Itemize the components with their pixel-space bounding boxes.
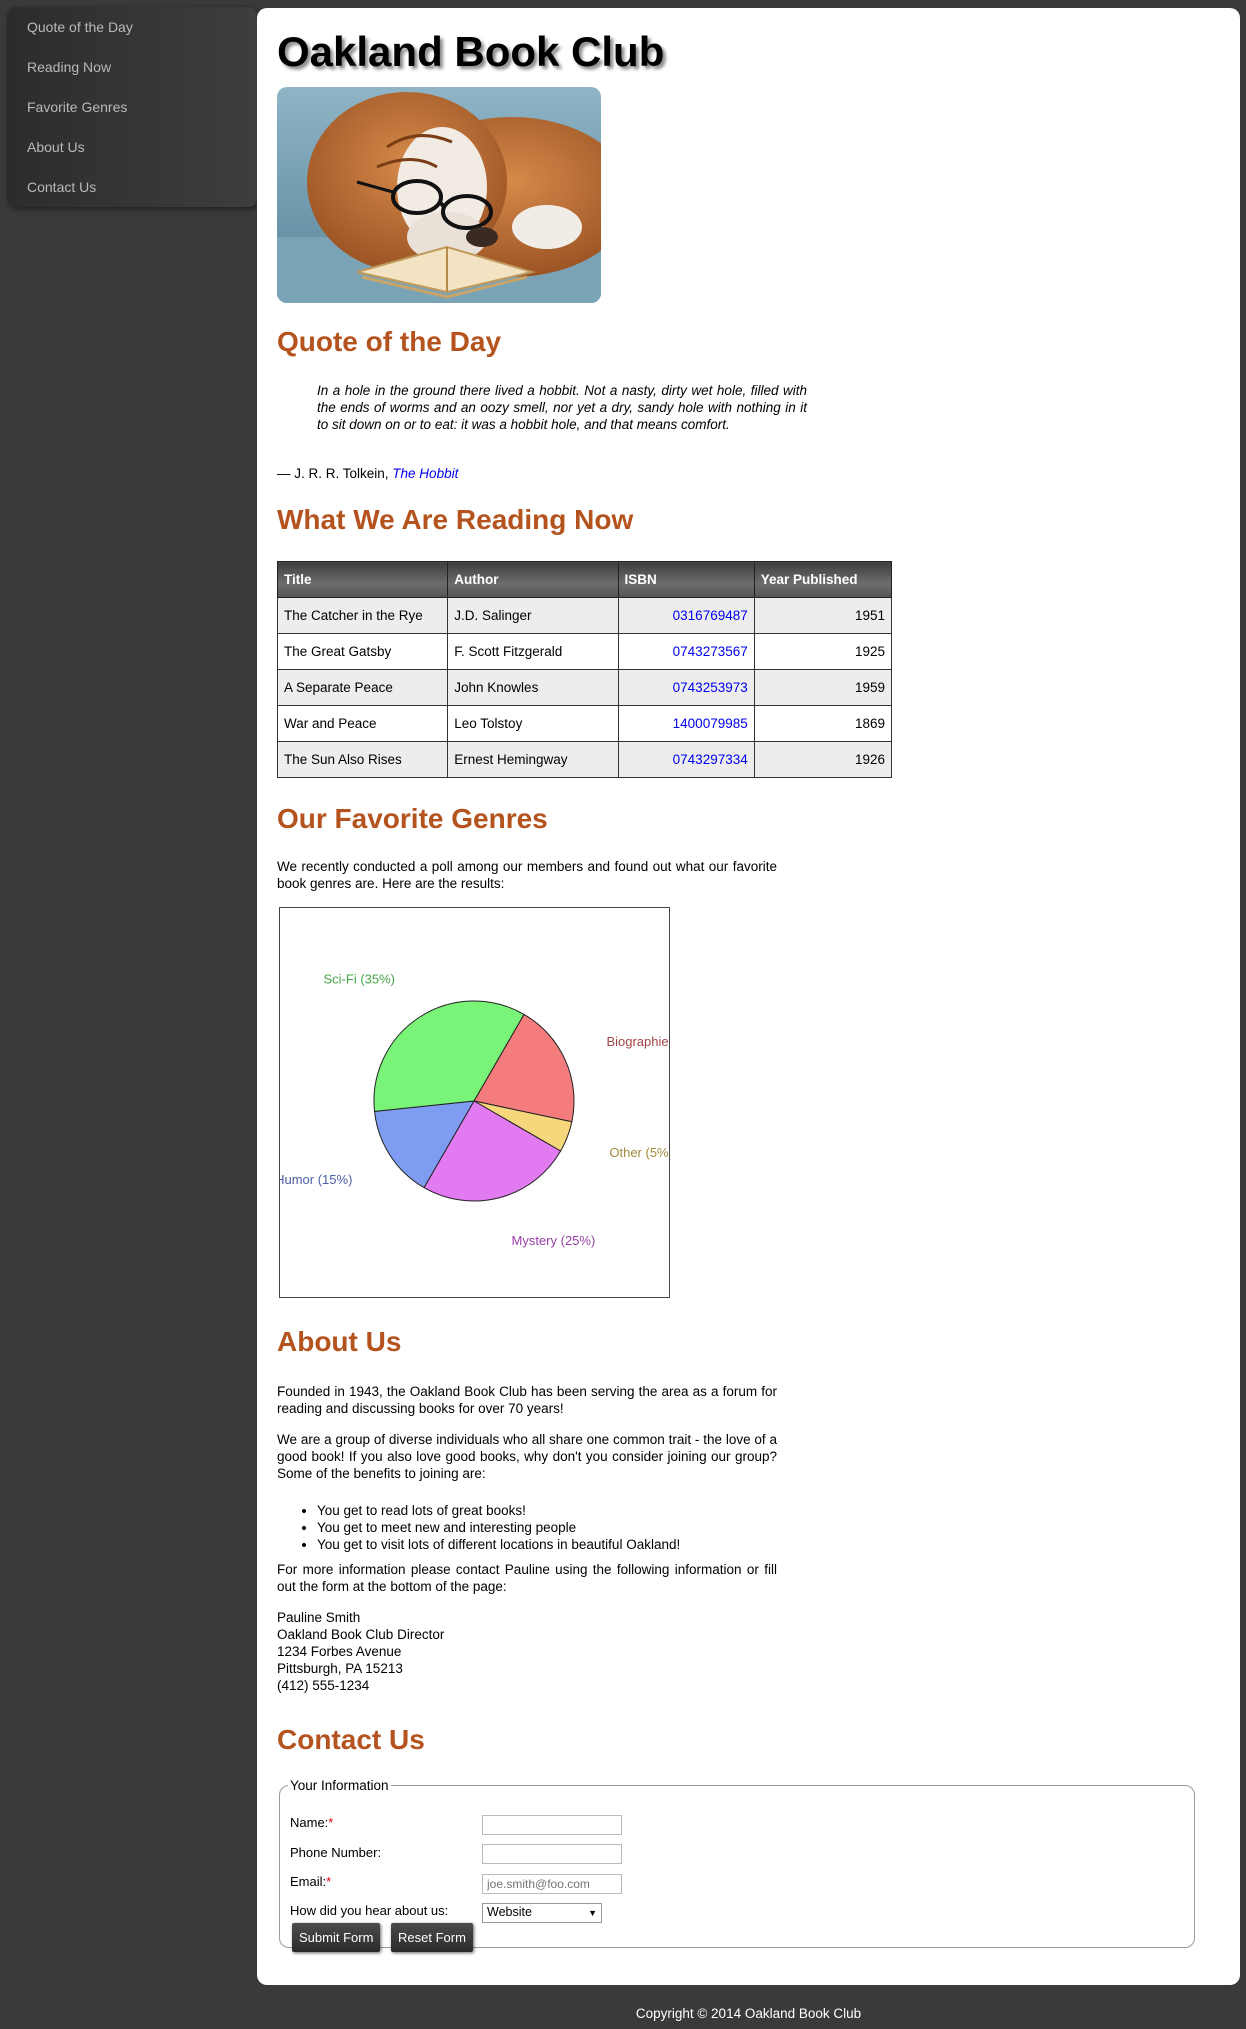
quote-attribution: — J. R. R. Tolkein, The Hobbit xyxy=(277,466,458,481)
cell-author: Leo Tolstoy xyxy=(447,705,619,742)
submit-button[interactable]: Submit Form xyxy=(292,1923,381,1952)
col-title: Title xyxy=(276,561,449,598)
table-row: The Great Gatsby F. Scott Fitzgerald 074… xyxy=(276,633,893,670)
sidebar-nav: Quote of the Day Reading Now Favorite Ge… xyxy=(7,7,257,207)
hear-select[interactable]: Website ▼ xyxy=(482,1903,602,1923)
email-label: Email:* xyxy=(290,1874,331,1889)
about-heading: About Us xyxy=(277,1326,402,1357)
genres-intro: We recently conducted a poll among our m… xyxy=(277,859,777,891)
contact-street: 1234 Forbes Avenue xyxy=(277,1644,402,1659)
cell-year: 1869 xyxy=(753,705,893,742)
cell-isbn: 0743297334 xyxy=(617,741,755,778)
table-row: The Sun Also Rises Ernest Hemingway 0743… xyxy=(276,741,893,778)
pie-label: Biographies (20%) xyxy=(606,1034,669,1049)
pie-label: Other (5%) xyxy=(609,1145,669,1160)
cell-title: The Great Gatsby xyxy=(276,633,449,670)
table-row: The Catcher in the Rye J.D. Salinger 031… xyxy=(276,597,893,634)
nav-item-reading[interactable]: Reading Now xyxy=(7,47,257,87)
hear-select-value: Website xyxy=(487,1905,532,1919)
contact-role: Oakland Book Club Director xyxy=(277,1627,445,1642)
quote-heading: Quote of the Day xyxy=(277,326,502,357)
about-paragraph-3: For more information please contact Paul… xyxy=(277,1562,777,1594)
attribution-author: — J. R. R. Tolkein, xyxy=(277,466,393,481)
cell-author: Ernest Hemingway xyxy=(447,741,619,778)
name-label-text: Name: xyxy=(290,1815,329,1830)
bulldog-reading-illustration xyxy=(277,87,601,303)
benefits-list: You get to read lots of great books! You… xyxy=(277,1502,680,1553)
contact-phone: (412) 555-1234 xyxy=(277,1678,370,1693)
cell-isbn: 0743273567 xyxy=(617,633,755,670)
cell-isbn: 0743253973 xyxy=(617,669,755,706)
table-header-row: Title Author ISBN Year Published xyxy=(276,561,893,598)
isbn-link[interactable]: 1400079985 xyxy=(673,716,748,731)
nav-item-about[interactable]: About Us xyxy=(7,127,257,167)
reading-heading: What We Are Reading Now xyxy=(277,504,634,535)
contact-city: Pittsburgh, PA 15213 xyxy=(277,1661,403,1676)
cell-year: 1926 xyxy=(753,741,893,778)
cell-year: 1951 xyxy=(753,597,893,634)
attribution-book-link[interactable]: The Hobbit xyxy=(392,466,458,481)
cell-title: War and Peace xyxy=(276,705,449,742)
pie-label: Humor (15%) xyxy=(280,1172,352,1187)
cell-year: 1925 xyxy=(753,633,893,670)
pie-label: Sci-Fi (35%) xyxy=(324,971,396,986)
isbn-link[interactable]: 0316769487 xyxy=(673,608,748,623)
site-title: Oakland Book Club xyxy=(277,28,665,75)
col-isbn: ISBN xyxy=(617,561,755,598)
contact-heading: Contact Us xyxy=(277,1724,425,1755)
quote-text: In a hole in the ground there lived a ho… xyxy=(317,383,807,432)
cell-author: John Knowles xyxy=(447,669,619,706)
cell-author: J.D. Salinger xyxy=(447,597,619,634)
genres-chart: Biographies (20%) Other (5%) Mystery (25%)… xyxy=(275,907,713,1298)
main-content: Oakland Book Club Quote of the Day In a … xyxy=(257,8,1240,1985)
contact-name: Pauline Smith xyxy=(277,1610,361,1625)
name-field[interactable] xyxy=(482,1815,622,1835)
name-label: Name:* xyxy=(290,1815,333,1830)
cell-title: The Sun Also Rises xyxy=(276,741,449,778)
list-item: You get to meet new and interesting peop… xyxy=(317,1519,680,1536)
isbn-link[interactable]: 0743273567 xyxy=(673,644,748,659)
cell-author: F. Scott Fitzgerald xyxy=(447,633,619,670)
table-row: A Separate Peace John Knowles 0743253973… xyxy=(276,669,893,706)
col-author: Author xyxy=(447,561,619,598)
nav-item-contact[interactable]: Contact Us xyxy=(7,167,257,207)
list-item: You get to read lots of great books! xyxy=(317,1502,680,1519)
cell-isbn: 1400079985 xyxy=(617,705,755,742)
reset-button[interactable]: Reset Form xyxy=(391,1923,473,1952)
pie-label: Mystery (25%) xyxy=(512,1233,596,1248)
cell-year: 1959 xyxy=(753,669,893,706)
about-paragraph-1: Founded in 1943, the Oakland Book Club h… xyxy=(277,1384,777,1416)
phone-field[interactable] xyxy=(482,1844,622,1864)
reading-table: Title Author ISBN Year Published The Cat… xyxy=(276,561,893,778)
contact-address: Pauline Smith Oakland Book Club Director… xyxy=(277,1609,444,1694)
about-paragraph-2: We are a group of diverse individuals wh… xyxy=(277,1432,777,1481)
col-year: Year Published xyxy=(753,561,893,598)
hero-image xyxy=(277,87,601,303)
isbn-link[interactable]: 0743253973 xyxy=(673,680,748,695)
table-row: War and Peace Leo Tolstoy 1400079985 186… xyxy=(276,705,893,742)
cell-isbn: 0316769487 xyxy=(617,597,755,634)
phone-label: Phone Number: xyxy=(290,1845,382,1860)
footer-copyright: Copyright © 2014 Oakland Book Club xyxy=(635,2006,862,2021)
genres-heading: Our Favorite Genres xyxy=(277,803,548,834)
nav-item-quote[interactable]: Quote of the Day xyxy=(7,7,257,47)
isbn-link[interactable]: 0743297334 xyxy=(673,752,748,767)
hear-label: How did you hear about us: xyxy=(290,1903,449,1918)
genres-pie-chart: Biographies (20%) Other (5%) Mystery (25%)… xyxy=(275,971,713,1248)
required-mark: * xyxy=(328,1815,334,1830)
cell-title: A Separate Peace xyxy=(276,669,449,706)
chevron-down-icon: ▼ xyxy=(588,1908,597,1918)
list-item: You get to visit lots of different locat… xyxy=(317,1536,680,1553)
nav-item-genres[interactable]: Favorite Genres xyxy=(7,87,257,127)
required-mark: * xyxy=(326,1874,332,1889)
cell-title: The Catcher in the Rye xyxy=(276,597,449,634)
email-label-text: Email: xyxy=(290,1874,327,1889)
email-field[interactable] xyxy=(482,1874,622,1894)
form-legend: Your Information xyxy=(290,1778,389,1793)
